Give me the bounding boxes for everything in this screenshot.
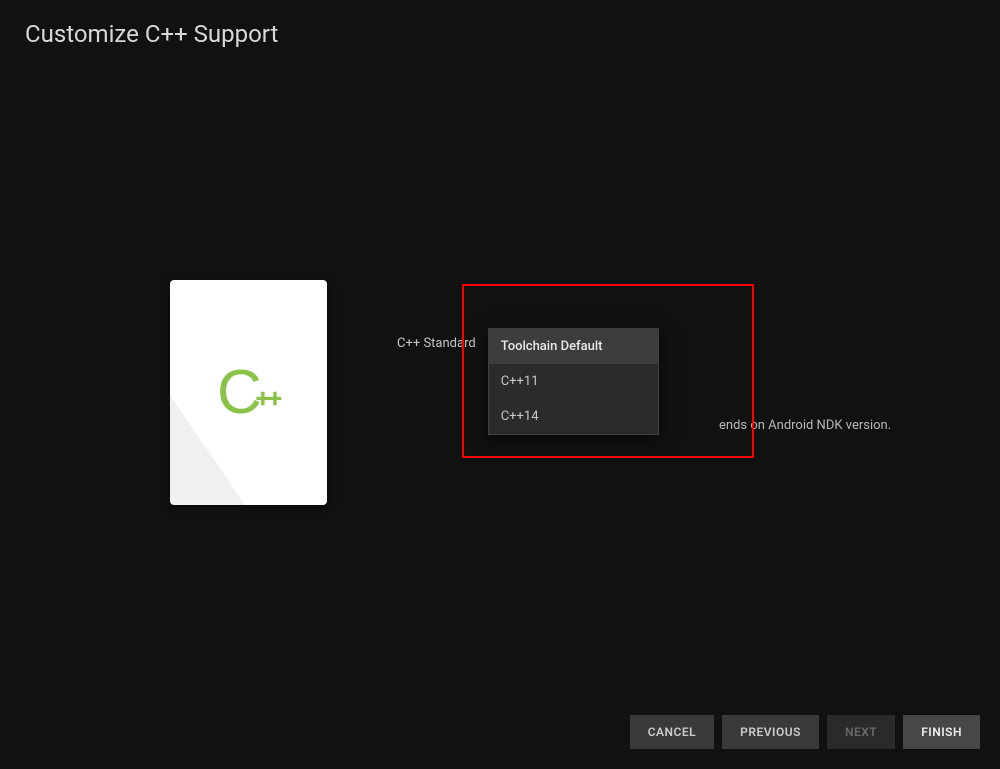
cpp-standard-dropdown[interactable]: Toolchain Default C++11 C++14 xyxy=(488,328,659,435)
page-title: Customize C++ Support xyxy=(25,20,278,48)
previous-button[interactable]: PREVIOUS xyxy=(722,715,819,749)
card-fold-decoration xyxy=(170,395,245,505)
form-area: C++ Standard Toolchain Default C++11 C++… xyxy=(397,328,970,435)
finish-button[interactable]: FINISH xyxy=(903,715,980,749)
cancel-button[interactable]: CANCEL xyxy=(630,715,714,749)
cpp-standard-label: C++ Standard xyxy=(397,336,476,351)
content-area: C ++ C++ Standard Toolchain Default C++1… xyxy=(170,280,970,505)
dropdown-option-cpp14[interactable]: C++14 xyxy=(489,399,658,434)
dropdown-option-cpp11[interactable]: C++11 xyxy=(489,364,658,399)
cpp-illustration-card: C ++ xyxy=(170,280,327,505)
cpp-logo-suffix: ++ xyxy=(256,384,280,414)
next-button: NEXT xyxy=(827,715,895,749)
dropdown-option-toolchain-default[interactable]: Toolchain Default xyxy=(489,329,658,364)
wizard-button-bar: CANCEL PREVIOUS NEXT FINISH xyxy=(630,715,980,749)
cpp-standard-helper-text: ends on Android NDK version. xyxy=(719,418,891,433)
